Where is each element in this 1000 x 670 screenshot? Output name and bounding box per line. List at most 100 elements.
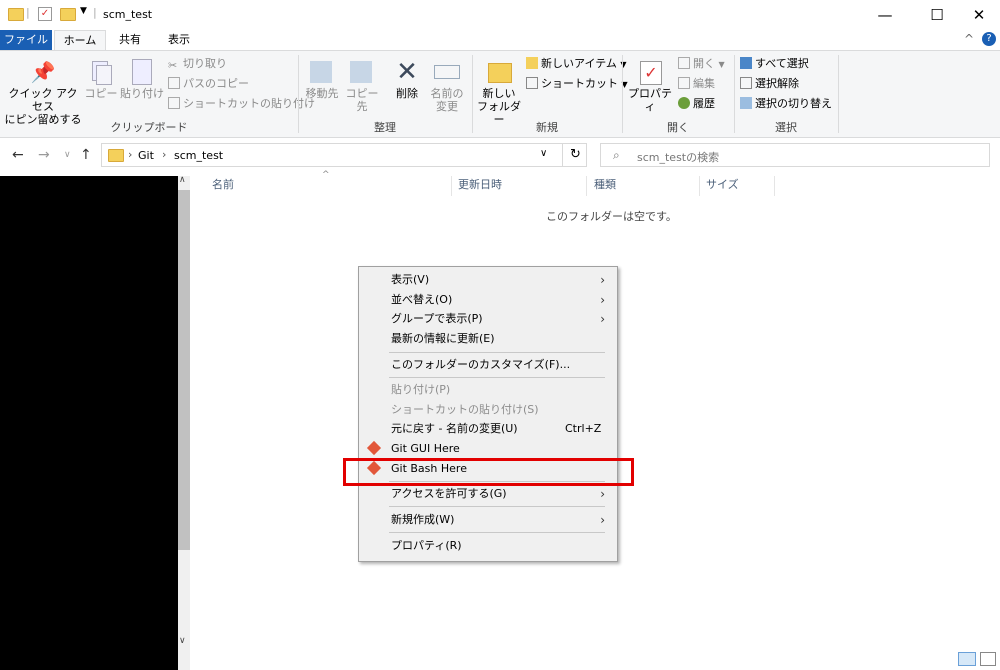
menu-item-properties[interactable]: プロパティ(R) (391, 536, 462, 556)
delete-button[interactable]: ✕ 削除 (390, 57, 424, 100)
column-header-name[interactable]: 名前 (212, 178, 234, 198)
group-label-open: 開く (667, 121, 689, 134)
minimize-button[interactable]: — (862, 0, 908, 30)
menu-item-paste-shortcut: ショートカットの貼り付け(S) (391, 403, 539, 416)
pin-icon: 📌 (30, 60, 56, 84)
window-title: scm_test (103, 8, 153, 21)
divider (451, 176, 452, 196)
divider (838, 55, 839, 133)
menu-item-view[interactable]: 表示(V) › (391, 270, 613, 290)
open-button[interactable]: 開く ▼ (678, 55, 725, 73)
details-view-icon[interactable] (958, 652, 976, 666)
navigation-pane[interactable] (0, 176, 178, 670)
address-bar[interactable]: › Git › scm_test ∨ ↻ (101, 143, 587, 167)
breadcrumb-git[interactable]: Git (138, 149, 154, 162)
maximize-button[interactable]: ☐ (914, 0, 960, 30)
new-item-icon (526, 57, 538, 69)
title-bar: | ✓ ▼ | scm_test — ☐ ✕ (0, 0, 1000, 30)
select-none-button[interactable]: 選択解除 (740, 75, 799, 93)
nav-scrollbar-thumb[interactable] (178, 190, 190, 550)
column-header-modified[interactable]: 更新日時 (458, 178, 502, 198)
invert-selection-button[interactable]: 選択の切り替え (740, 95, 832, 113)
copy-to-button[interactable]: コピー先 (342, 57, 382, 113)
menu-item-new[interactable]: 新規作成(W) › (391, 510, 613, 530)
select-none-icon (740, 77, 752, 89)
column-header-size[interactable]: サイズ (706, 178, 739, 198)
new-folder-button[interactable]: 新しい フォルダー (476, 57, 522, 126)
paste-button[interactable]: 貼り付け (120, 57, 164, 100)
rename-icon (428, 57, 466, 87)
customize-quick-access-icon[interactable]: ▼ (80, 6, 87, 16)
menu-separator (389, 377, 605, 378)
column-header-type[interactable]: 種類 (594, 178, 616, 198)
collapse-ribbon-icon[interactable]: ^ (964, 32, 974, 46)
group-label-select: 選択 (775, 121, 797, 134)
menu-item-sort[interactable]: 並べ替え(O) › (391, 290, 613, 310)
folder-icon (108, 149, 124, 162)
open-icon (678, 57, 690, 69)
properties-button[interactable]: ✓ プロパティ (626, 57, 674, 113)
scroll-up-icon[interactable]: ∧ (179, 175, 186, 185)
group-label-organize: 整理 (374, 121, 396, 134)
search-box[interactable]: ⌕ scm_testの検索 (600, 143, 990, 167)
new-item-button[interactable]: 新しいアイテム ▼ (526, 55, 627, 73)
tab-view[interactable]: 表示 (156, 30, 202, 50)
divider (699, 176, 700, 196)
copy-path-button[interactable]: パスのコピー (168, 75, 249, 93)
address-dropdown-icon[interactable]: ∨ (540, 148, 547, 159)
menu-item-paste: 貼り付け(P) (391, 383, 451, 396)
move-to-button[interactable]: 移動先 (302, 57, 342, 100)
cut-button[interactable]: ✂ 切り取り (168, 55, 227, 73)
folder-icon (8, 8, 24, 21)
large-icons-view-icon[interactable] (980, 652, 996, 666)
select-all-button[interactable]: すべて選択 (740, 55, 809, 73)
empty-folder-message: このフォルダーは空です。 (546, 210, 677, 223)
tab-home[interactable]: ホーム (54, 30, 106, 51)
git-icon (366, 440, 382, 456)
properties-quick-icon[interactable]: ✓ (38, 7, 52, 21)
menu-item-customize[interactable]: このフォルダーのカスタマイズ(F)... (391, 355, 570, 375)
paste-shortcut-button[interactable]: ショートカットの貼り付け (168, 95, 315, 113)
recent-locations-icon[interactable]: ∨ (64, 150, 71, 160)
divider (774, 176, 775, 196)
back-arrow-icon[interactable]: ← (12, 147, 24, 163)
dropdown-arrow-icon: ▼ (718, 60, 725, 69)
copy-button[interactable]: コピー (84, 57, 118, 100)
submenu-arrow-icon: › (600, 293, 605, 307)
up-arrow-icon[interactable]: ↑ (80, 147, 92, 163)
tab-file[interactable]: ファイル (0, 30, 52, 50)
edit-icon (678, 77, 690, 89)
tab-share[interactable]: 共有 (108, 30, 152, 50)
submenu-arrow-icon: › (600, 487, 605, 501)
shortcut-button[interactable]: ショートカット ▼ (526, 75, 628, 93)
paste-shortcut-icon (168, 97, 180, 109)
menu-shortcut-ctrl-z: Ctrl+Z (565, 422, 602, 435)
context-menu: 表示(V) › 並べ替え(O) › グループで表示(P) › 最新の情報に更新(E) … (358, 266, 618, 562)
copy-to-icon (342, 57, 382, 87)
history-button[interactable]: 履歴 (678, 95, 715, 113)
divider: | (26, 6, 30, 19)
menu-item-grant-access[interactable]: アクセスを許可する(G) › (391, 484, 613, 504)
menu-item-refresh[interactable]: 最新の情報に更新(E) (391, 329, 495, 349)
menu-item-group[interactable]: グループで表示(P) › (391, 309, 613, 329)
menu-item-undo-rename[interactable]: 元に戻す - 名前の変更(U) (391, 419, 518, 439)
scroll-down-icon[interactable]: ∨ (179, 636, 186, 646)
submenu-arrow-icon: › (600, 273, 605, 287)
pin-quick-access-button[interactable]: 📌 クイック アクセス にピン留めする (4, 57, 82, 126)
rename-button[interactable]: 名前の 変更 (428, 57, 466, 113)
help-icon[interactable]: ? (982, 32, 996, 46)
breadcrumb-separator: › (128, 148, 133, 161)
breadcrumb-scm-test[interactable]: scm_test (174, 149, 223, 162)
ribbon: 📌 クイック アクセス にピン留めする コピー 貼り付け ✂ 切り取り パスのコピ… (0, 50, 1000, 138)
group-label-clipboard: クリップボード (110, 121, 188, 134)
refresh-icon[interactable]: ↻ (570, 147, 581, 162)
edit-button[interactable]: 編集 (678, 75, 715, 93)
new-folder-quick-icon[interactable] (60, 8, 76, 21)
menu-item-git-gui[interactable]: Git GUI Here (391, 439, 460, 459)
highlight-box (343, 458, 634, 486)
menu-separator (389, 352, 605, 353)
shortcut-icon (526, 77, 538, 89)
close-button[interactable]: ✕ (956, 0, 1000, 30)
breadcrumb-separator: › (162, 148, 167, 161)
forward-arrow-icon[interactable]: → (38, 147, 50, 163)
